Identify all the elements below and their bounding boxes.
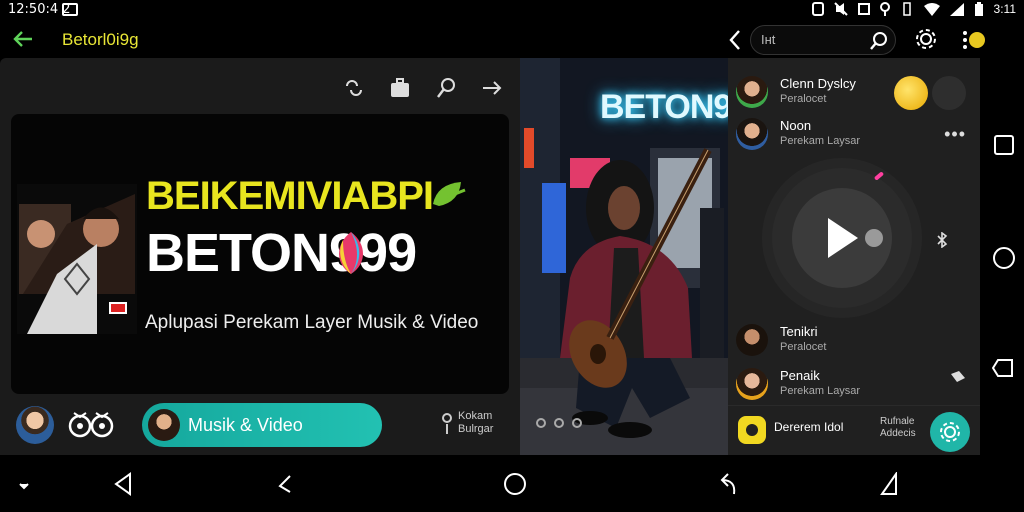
flag-icon[interactable]: [950, 370, 966, 384]
page-dot[interactable]: [554, 418, 564, 428]
avatar: [736, 76, 768, 108]
search-text: Iнt: [761, 32, 776, 47]
hero-banner: BEIKEMIVIABPI BETON999 Aplupasi Perekam …: [11, 114, 509, 394]
undo-icon[interactable]: [718, 472, 740, 496]
home-icon[interactable]: [992, 246, 1016, 270]
record-label-line2: Bulrgar: [458, 423, 494, 435]
card-side-text: Rufnale Addecis: [880, 416, 916, 440]
image-icon: [62, 3, 78, 16]
list-item-sub: Perekam Laysar: [780, 385, 861, 397]
search-input[interactable]: Iнt: [750, 25, 896, 55]
app-bar: Betorl0i9g Iнt: [0, 22, 1024, 58]
avatar[interactable]: [16, 406, 54, 444]
back-icon[interactable]: [992, 356, 1016, 380]
more-options-icon[interactable]: •••: [944, 124, 966, 145]
home-icon[interactable]: [503, 472, 527, 496]
avatar: [736, 324, 768, 356]
bottom-row: Musik & Video Kokam Bulrgar: [0, 398, 520, 455]
chevron-left-icon[interactable]: [274, 472, 296, 496]
pill-label: Musik & Video: [188, 415, 303, 435]
brand-logo-mark: [339, 232, 363, 274]
musik-video-button[interactable]: Musik & Video: [142, 403, 382, 447]
toggle-button[interactable]: [932, 76, 966, 110]
side-navigation: [982, 58, 1024, 455]
player-panel: Clenn Dyslcy Peralocet Noon Perekam Lays…: [728, 58, 980, 455]
battery-icon: [974, 2, 983, 16]
bluetooth-icon[interactable]: [936, 232, 948, 248]
record-label-line1: Kokam: [458, 410, 493, 422]
navigation-bar: [0, 458, 1024, 512]
list-item[interactable]: Tenikri Peralocet: [736, 322, 976, 360]
page-dot[interactable]: [536, 418, 546, 428]
vibrate-icon: [902, 2, 911, 16]
settings-fab[interactable]: [930, 412, 970, 452]
page-dot[interactable]: [572, 418, 582, 428]
main-panel: BEIKEMIVIABPI BETON999 Aplupasi Perekam …: [0, 58, 520, 455]
pill-avatar: [148, 409, 180, 441]
status-icons: 3:11: [811, 2, 1016, 16]
list-item-name: Penaik: [780, 368, 820, 383]
more-options-icon[interactable]: [962, 29, 986, 51]
briefcase-icon[interactable]: [388, 76, 412, 100]
bottom-card[interactable]: Dererem Idol Rufnale Addecis: [728, 405, 980, 455]
page-indicator: [536, 418, 582, 428]
card-side-line1: Rufnale: [880, 416, 915, 427]
hero-portrait-image: [17, 184, 137, 334]
list-item-sub: Peralocet: [780, 341, 827, 353]
list-item-name: Noon: [780, 118, 812, 133]
status-bar: 12:50:4 2 3:11: [0, 0, 1024, 20]
toolbar: [342, 76, 504, 100]
chevron-left-icon[interactable]: [727, 28, 743, 52]
card-title: Dererem Idol: [774, 420, 844, 434]
share-arrow-icon[interactable]: [480, 76, 504, 100]
avatar: [736, 368, 768, 400]
list-item[interactable]: Noon Perekam Laysar: [736, 116, 976, 154]
list-item-name: Clenn Dyslcy: [780, 76, 856, 91]
record-label: Kokam Bulrgar: [458, 410, 493, 436]
list-item-name: Tenikri: [780, 324, 818, 339]
back-triangle-icon[interactable]: [878, 472, 900, 496]
search-icon[interactable]: [869, 31, 889, 51]
app-title: Betorl0i9g: [62, 30, 139, 49]
face-filter-icon[interactable]: [68, 409, 114, 443]
wifi-icon: [923, 2, 940, 16]
list-item-sub: Peralocet: [780, 93, 827, 105]
microphone-icon[interactable]: [434, 76, 458, 100]
link-icon[interactable]: [342, 76, 366, 100]
mute-icon: [833, 2, 848, 16]
play-icon: [828, 218, 883, 258]
coin-icon[interactable]: [894, 76, 928, 110]
hero-headline: BEIKEMIVIABPI: [146, 174, 434, 218]
recents-icon[interactable]: [993, 134, 1015, 156]
back-icon[interactable]: [112, 472, 134, 496]
gear-icon: [940, 422, 960, 442]
progress-marker: [873, 171, 885, 181]
musician-photo: BETON999: [520, 58, 728, 455]
player-dial: [772, 168, 912, 308]
square-icon: [857, 3, 870, 15]
leaf-icon: [433, 182, 466, 206]
badge-icon: [738, 416, 766, 444]
notification-icon: [811, 2, 824, 16]
list-item-sub: Perekam Laysar: [780, 135, 861, 147]
chevron-down-icon[interactable]: [18, 480, 30, 492]
play-button[interactable]: [792, 188, 892, 288]
hero-brand: BETON999: [146, 223, 417, 283]
status-clock: 3:11: [993, 2, 1016, 16]
back-arrow-icon[interactable]: [12, 28, 34, 50]
signal-icon: [949, 2, 964, 16]
hero-subtitle: Aplupasi Perekam Layer Musik & Video: [145, 312, 479, 333]
record-icon[interactable]: [440, 412, 454, 436]
location-icon: [879, 2, 890, 16]
neon-sign: BETON999: [600, 88, 728, 126]
card-side-line2: Addecis: [880, 428, 916, 439]
avatar: [736, 118, 768, 150]
gear-icon[interactable]: [914, 27, 938, 51]
list-item[interactable]: Penaik Perekam Laysar: [736, 366, 976, 404]
